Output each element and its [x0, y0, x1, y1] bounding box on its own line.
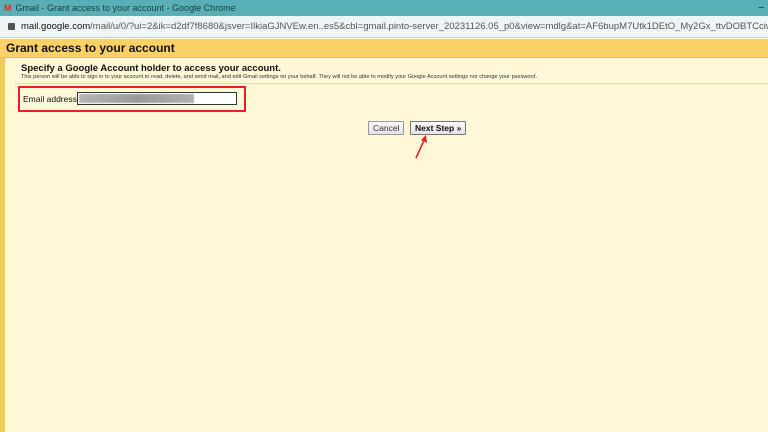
- browser-title-bar: M Gmail - Grant access to your account -…: [0, 0, 768, 16]
- gmail-icon: M: [4, 3, 12, 13]
- lock-icon: [8, 23, 15, 30]
- minimize-button[interactable]: –: [758, 0, 764, 16]
- email-input[interactable]: [77, 92, 237, 105]
- next-step-button[interactable]: Next Step »: [410, 121, 467, 135]
- red-arrow-annotation: [415, 135, 427, 159]
- blurred-email-value: [79, 94, 194, 103]
- page-title: Grant access to your account: [0, 39, 768, 58]
- form-description: This person will be able to sign in to y…: [21, 74, 538, 80]
- divider: [15, 83, 768, 84]
- cancel-button[interactable]: Cancel: [368, 121, 405, 135]
- url-path: /mail/u/0/?ui=2&ik=d2df7f8680&jsver=Ilki…: [90, 21, 768, 32]
- grant-access-form: Specify a Google Account holder to acces…: [0, 58, 768, 432]
- address-bar[interactable]: mail.google.com/mail/u/0/?ui=2&ik=d2df7f…: [0, 16, 768, 38]
- email-highlight-box: Email address:: [18, 86, 246, 112]
- window-title: Gmail - Grant access to your account - G…: [15, 3, 236, 13]
- email-label: Email address:: [23, 94, 80, 104]
- form-heading: Specify a Google Account holder to acces…: [21, 63, 281, 74]
- url-host: mail.google.com: [21, 21, 91, 32]
